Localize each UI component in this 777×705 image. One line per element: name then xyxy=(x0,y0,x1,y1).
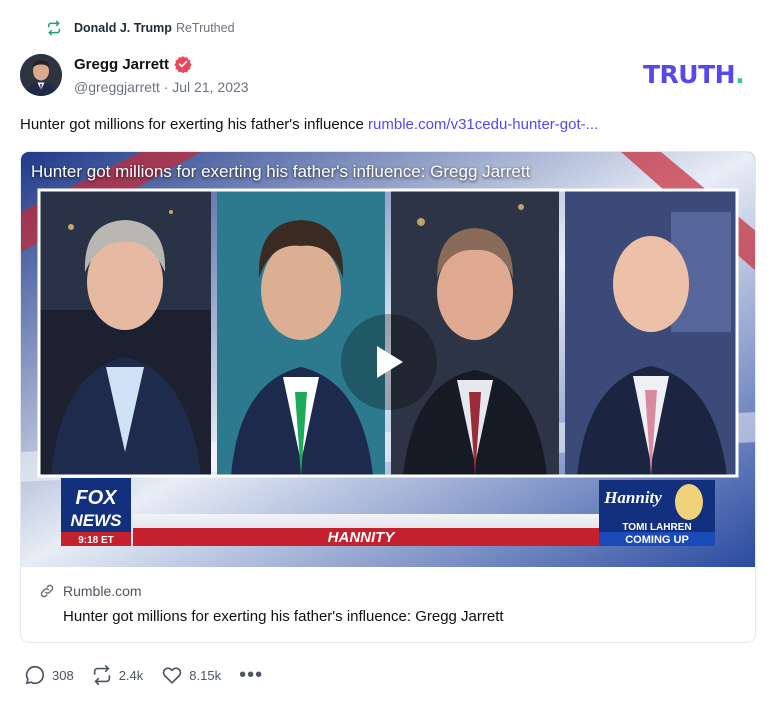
fox-logo-top: FOX xyxy=(75,487,118,509)
show-name: HANNITY xyxy=(328,529,397,546)
promo-line-2: COMING UP xyxy=(625,534,689,546)
author-name[interactable]: Gregg Jarrett xyxy=(74,56,169,73)
video-title: Hunter got millions for exerting his fat… xyxy=(31,162,531,181)
video-thumbnail[interactable]: FOX NEWS 9:18 ET HANNITY Hannity TOMI LA… xyxy=(21,152,755,567)
reply-count: 308 xyxy=(52,667,74,683)
reply-button[interactable]: 308 xyxy=(24,664,74,686)
like-count: 8.15k xyxy=(189,667,222,683)
promo-line-1: TOMI LAHREN xyxy=(622,522,691,533)
retruth-action-icon xyxy=(93,665,110,685)
link-domain: Rumble.com xyxy=(63,583,142,599)
link-icon xyxy=(40,584,54,598)
promo-logo: Hannity xyxy=(603,488,662,507)
post-link[interactable]: rumble.com/v31cedu-hunter-got-... xyxy=(368,116,598,133)
more-options-button[interactable]: ••• xyxy=(239,665,263,685)
avatar[interactable] xyxy=(20,54,62,96)
author-name-row: Gregg Jarrett xyxy=(74,55,192,73)
host-panel xyxy=(39,190,211,476)
post-text: Hunter got millions for exerting his fat… xyxy=(20,116,598,133)
retruth-banner: Donald J. Trump ReTruthed xyxy=(46,19,235,37)
guest-panel-4 xyxy=(565,190,737,476)
post-body: Hunter got millions for exerting his fat… xyxy=(20,116,364,133)
retruth-user-link[interactable]: Donald J. Trump xyxy=(74,21,172,35)
verified-badge-icon xyxy=(174,56,192,73)
author-meta: @greggjarrett · Jul 21, 2023 xyxy=(74,79,249,95)
retruth-count: 2.4k xyxy=(118,667,144,683)
retruth-verb: ReTruthed xyxy=(175,21,235,35)
post-date[interactable]: Jul 21, 2023 xyxy=(172,79,248,95)
retruth-button[interactable]: 2.4k xyxy=(91,664,144,686)
link-preview-card[interactable]: FOX NEWS 9:18 ET HANNITY Hannity TOMI LA… xyxy=(20,151,756,643)
play-button[interactable] xyxy=(341,314,437,410)
fox-logo-bottom: NEWS xyxy=(71,511,123,530)
retruth-icon xyxy=(47,20,61,36)
author-handle[interactable]: @greggjarrett xyxy=(74,79,160,95)
truth-logo-dot: . xyxy=(735,60,745,89)
play-icon xyxy=(377,346,403,378)
clock-text: 9:18 ET xyxy=(78,535,114,546)
reply-icon xyxy=(25,665,45,685)
like-button[interactable]: 8.15k xyxy=(161,664,221,686)
truth-logo-text: TRUTH xyxy=(643,60,736,89)
action-bar: 308 2.4k 8.15k ••• xyxy=(24,664,263,686)
meta-separator: · xyxy=(163,79,173,95)
link-info[interactable]: Rumble.com Hunter got millions for exert… xyxy=(21,567,755,642)
link-title: Hunter got millions for exerting his fat… xyxy=(63,608,504,625)
truth-logo[interactable]: TRUTH. xyxy=(643,60,745,89)
link-domain-row: Rumble.com xyxy=(39,583,142,599)
heart-icon xyxy=(163,667,182,684)
